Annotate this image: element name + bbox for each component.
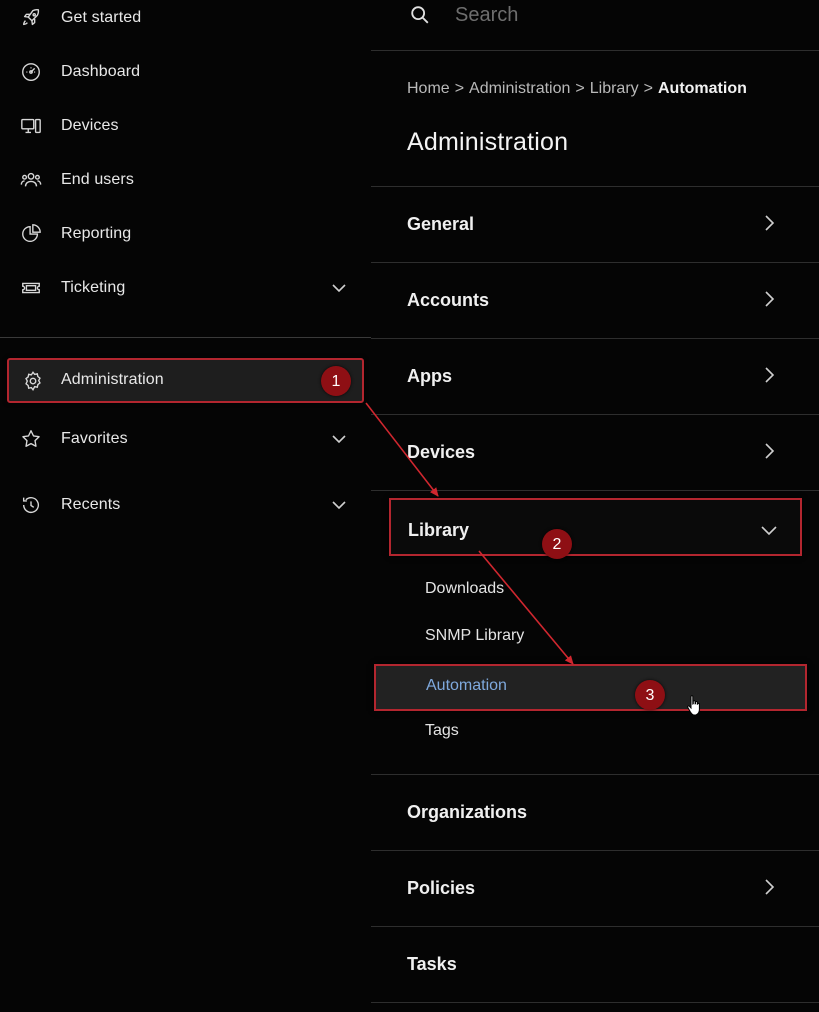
section-devices[interactable]: Devices bbox=[371, 414, 819, 490]
section-general[interactable]: General bbox=[371, 186, 819, 262]
section-label: Apps bbox=[407, 366, 452, 386]
chevron-right-icon bbox=[759, 213, 779, 233]
library-item-tags[interactable]: Tags bbox=[425, 722, 459, 740]
pie-chart-icon bbox=[19, 222, 43, 246]
history-icon bbox=[19, 493, 43, 517]
divider bbox=[371, 1002, 819, 1003]
breadcrumb-library[interactable]: Library bbox=[590, 80, 639, 97]
sidebar-item-get-started[interactable]: Get started bbox=[0, 0, 371, 41]
chevron-down-icon bbox=[759, 520, 779, 540]
breadcrumb: Home > Administration > Library > Automation bbox=[407, 80, 747, 98]
ticket-icon bbox=[19, 276, 43, 300]
breadcrumb-current: Automation bbox=[658, 80, 747, 97]
chevron-right-icon bbox=[759, 877, 779, 897]
sidebar-item-label: Recents bbox=[61, 496, 121, 513]
section-label: Tasks bbox=[407, 954, 457, 974]
breadcrumb-separator: > bbox=[454, 80, 465, 97]
chevron-down-icon[interactable] bbox=[329, 278, 349, 298]
section-label: Policies bbox=[407, 878, 476, 898]
chevron-right-icon bbox=[759, 289, 779, 309]
main-panel: Home>Administration>Library>Automation A… bbox=[371, 0, 819, 1012]
breadcrumb-administration[interactable]: Administration bbox=[469, 80, 570, 97]
section-tasks[interactable]: Tasks bbox=[371, 926, 819, 1002]
step-badge-1: 1 bbox=[321, 366, 351, 396]
sidebar-item-label: Administration bbox=[61, 371, 164, 388]
section-label: General bbox=[407, 214, 475, 234]
sidebar-item-ticketing[interactable]: Ticketing bbox=[0, 265, 371, 311]
search-bar bbox=[371, 0, 819, 51]
hand-cursor-icon bbox=[687, 695, 700, 716]
sidebar-item-reporting[interactable]: Reporting bbox=[0, 211, 371, 257]
section-policies[interactable]: Policies bbox=[371, 850, 819, 926]
breadcrumb-separator: > bbox=[643, 80, 653, 97]
chevron-down-icon[interactable] bbox=[329, 495, 349, 515]
sidebar-item-favorites[interactable]: Favorites bbox=[0, 416, 371, 462]
breadcrumb-home[interactable]: Home bbox=[407, 80, 450, 97]
library-item-downloads[interactable]: Downloads bbox=[425, 580, 504, 598]
library-item-automation[interactable]: Automation bbox=[374, 664, 807, 711]
search-icon[interactable] bbox=[409, 4, 431, 26]
section-label: Devices bbox=[407, 442, 476, 462]
section-accounts[interactable]: Accounts bbox=[371, 262, 819, 338]
section-library[interactable]: Library bbox=[389, 498, 802, 556]
devices-icon bbox=[19, 114, 43, 138]
library-item-label: Automation bbox=[426, 677, 507, 694]
sidebar-item-label: Ticketing bbox=[61, 279, 126, 296]
gauge-icon bbox=[19, 60, 43, 84]
sidebar-item-label: Favorites bbox=[61, 430, 128, 447]
library-item-snmp-library[interactable]: SNMP Library bbox=[425, 627, 524, 645]
sidebar-item-label: Reporting bbox=[61, 225, 132, 242]
chevron-right-icon bbox=[759, 441, 779, 461]
section-label: Library bbox=[408, 520, 470, 540]
sidebar-divider bbox=[0, 337, 371, 338]
step-badge-2: 2 bbox=[542, 529, 572, 559]
sidebar-item-label: Get started bbox=[61, 9, 142, 26]
sidebar: Get started Dashboard Devices End users … bbox=[0, 0, 371, 1012]
section-label: Organizations bbox=[407, 802, 528, 822]
gear-icon bbox=[21, 369, 45, 393]
chevron-down-icon[interactable] bbox=[329, 429, 349, 449]
chevron-right-icon bbox=[759, 365, 779, 385]
sidebar-item-dashboard[interactable]: Dashboard bbox=[0, 49, 371, 95]
section-organizations[interactable]: Organizations bbox=[371, 774, 819, 850]
sidebar-item-label: End users bbox=[61, 171, 134, 188]
step-badge-3: 3 bbox=[635, 680, 665, 710]
rocket-icon bbox=[19, 6, 43, 30]
sidebar-item-label: Dashboard bbox=[61, 63, 141, 80]
search-input[interactable] bbox=[455, 2, 755, 28]
sidebar-item-end-users[interactable]: End users bbox=[0, 157, 371, 203]
sidebar-item-recents[interactable]: Recents bbox=[0, 482, 371, 528]
section-label: Accounts bbox=[407, 290, 490, 310]
breadcrumb-separator: > bbox=[575, 80, 585, 97]
sidebar-item-devices[interactable]: Devices bbox=[0, 103, 371, 149]
page-title: Administration bbox=[407, 128, 569, 156]
sidebar-item-label: Devices bbox=[61, 117, 119, 134]
sidebar-item-administration[interactable]: Administration bbox=[7, 358, 364, 403]
star-icon bbox=[19, 427, 43, 451]
users-icon bbox=[19, 168, 43, 192]
section-apps[interactable]: Apps bbox=[371, 338, 819, 414]
